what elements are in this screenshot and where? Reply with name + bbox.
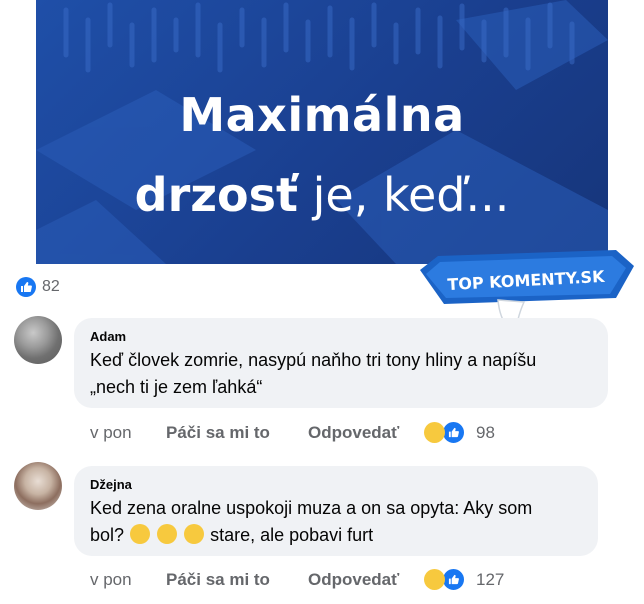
banner-title-line2: drzosť je, keď... [36, 168, 608, 222]
comment-author[interactable]: Adam [90, 329, 594, 344]
like-button[interactable]: Páči sa mi to [166, 570, 308, 590]
comment-text-segment: stare, ale pobavi furt [205, 525, 374, 545]
reaction-count: 98 [476, 422, 495, 442]
banner-title-line1: Maximálna [179, 88, 465, 142]
reply-button[interactable]: Odpovedať [308, 423, 424, 443]
comment-avatar-adam[interactable] [14, 316, 62, 364]
comment-text: Ked zena oralne uspokoji muza a on sa op… [90, 495, 584, 549]
rofl-emoji [130, 524, 151, 544]
comment-bubble: Džejna Ked zena oralne uspokoji muza a o… [74, 466, 598, 556]
like-button[interactable]: Páči sa mi to [166, 423, 308, 443]
comment-text-segment: bol? [90, 525, 125, 545]
comment-author[interactable]: Džejna [90, 477, 584, 492]
comment-actions: v pon Páči sa mi to Odpovedať 127 [90, 567, 504, 592]
comment-text-line: Keď človek zomrie, nasypú naňho tri tony… [90, 350, 537, 370]
rofl-emoji [184, 524, 205, 544]
like-icon [16, 277, 36, 297]
rofl-emoji [157, 524, 178, 544]
comment-text: Keď človek zomrie, nasypú naňho tri tony… [90, 347, 594, 401]
haha-icon [424, 569, 445, 590]
haha-icon [424, 422, 445, 443]
reaction-summary[interactable]: 127 [424, 567, 504, 592]
reaction-count: 127 [476, 569, 505, 589]
banner-title-rest: je, keď... [298, 168, 510, 222]
comment-text-line: „nech ti je zem ľahká“ [90, 377, 263, 397]
reaction-summary[interactable]: 98 [424, 420, 495, 445]
banner-title-bold: drzosť [134, 168, 299, 222]
comment-bubble: Adam Keď človek zomrie, nasypú naňho tri… [74, 318, 608, 408]
post-image-banner[interactable]: Maximálna drzosť je, keď... [36, 0, 608, 264]
post-like-count: 82 [42, 278, 60, 295]
comment-actions: v pon Páči sa mi to Odpovedať 98 [90, 420, 495, 445]
comment-text-line: Ked zena oralne uspokoji muza a on sa op… [90, 498, 533, 518]
comment-timestamp[interactable]: v pon [90, 570, 166, 590]
comment-avatar-dzejna[interactable] [14, 462, 62, 510]
reply-button[interactable]: Odpovedať [308, 570, 424, 590]
comment-text-line: bol? stare, ale pobavi furt [90, 522, 584, 549]
comment-timestamp[interactable]: v pon [90, 423, 166, 443]
post-like-summary[interactable]: 82 [16, 277, 60, 297]
